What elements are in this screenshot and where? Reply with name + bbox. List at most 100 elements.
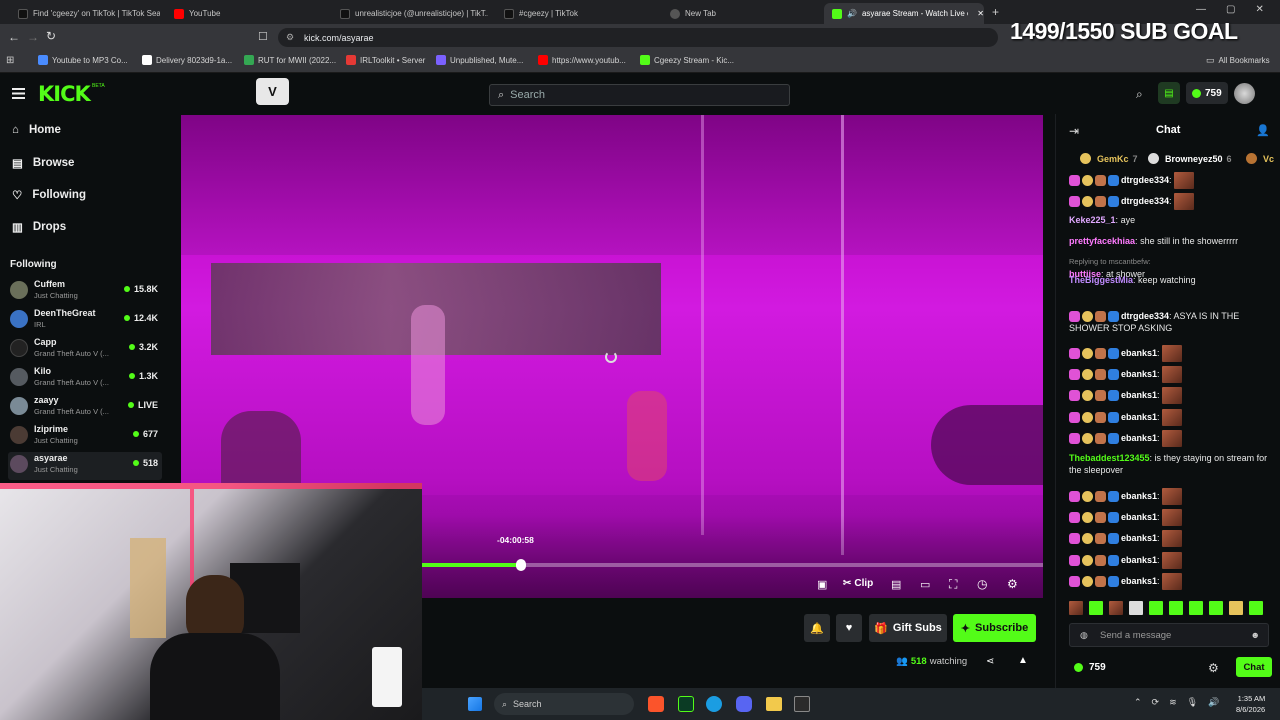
taskbar-search[interactable]: ⌕ Search — [494, 693, 634, 715]
chat-username[interactable]: ebanks1 — [1121, 412, 1157, 422]
report-icon[interactable]: ▲ — [1018, 655, 1028, 666]
chat-username[interactable]: ebanks1 — [1121, 491, 1157, 501]
chat-users-icon[interactable]: 👤 — [1256, 124, 1270, 137]
all-bookmarks[interactable]: ▭ All Bookmarks — [1206, 55, 1270, 66]
browser-tab[interactable]: unrealisticjoe (@unrealisticjoe) | TikT.… — [332, 3, 488, 24]
browser-tab[interactable]: YouTube — [166, 3, 326, 24]
speed-icon[interactable]: ◷ — [977, 577, 987, 591]
search-toggle-icon[interactable]: ⌕ — [1136, 87, 1143, 102]
minimize-icon[interactable]: — — [1196, 4, 1206, 15]
send-chat-button[interactable]: Chat — [1236, 657, 1272, 677]
edge-icon[interactable] — [706, 696, 722, 712]
bookmark-item[interactable]: IRLToolkit • Server — [346, 55, 425, 65]
bookmark-item[interactable]: Delivery 8023d9-1a... — [142, 55, 232, 65]
app-icon[interactable] — [794, 696, 810, 712]
chat-username[interactable]: TheBiggestMia — [1069, 275, 1133, 285]
start-icon[interactable] — [468, 697, 482, 711]
site-info-icon[interactable]: ⚙ — [286, 32, 294, 43]
brave-icon[interactable] — [648, 696, 664, 712]
app-icon[interactable] — [678, 696, 694, 712]
close-tab-icon[interactable]: ✕ — [977, 9, 984, 18]
nav-browse[interactable]: ▤ Browse — [12, 156, 74, 170]
emote-picker-icon[interactable]: ◍ — [1080, 630, 1088, 641]
address-bar[interactable]: ⚙ kick.com/asyarae — [278, 28, 998, 47]
notification-bell-icon[interactable]: 🔔 — [804, 614, 830, 642]
file-explorer-icon[interactable] — [766, 697, 782, 711]
emote-icon[interactable] — [1209, 601, 1223, 615]
forward-icon[interactable]: → — [27, 30, 39, 44]
emoji-icon[interactable]: ☻ — [1251, 630, 1260, 640]
following-channel[interactable]: Kilo Grand Theft Auto V (... 1.3K — [8, 365, 162, 393]
chat-username[interactable]: ebanks1 — [1121, 348, 1157, 358]
chat-username[interactable]: ebanks1 — [1121, 369, 1157, 379]
volume-icon[interactable]: 🔊 — [1208, 697, 1219, 708]
chat-username[interactable]: ebanks1 — [1121, 433, 1157, 443]
following-channel[interactable]: Iziprime Just Chatting 677 — [8, 423, 162, 451]
chat-username[interactable]: dtrgdee334 — [1121, 196, 1169, 206]
maximize-icon[interactable]: ▢ — [1226, 4, 1235, 15]
following-channel[interactable]: Cuffem Just Chatting 15.8K — [8, 278, 162, 306]
close-icon[interactable]: ✕ — [1255, 4, 1263, 15]
new-tab-icon[interactable]: + — [992, 5, 999, 19]
nav-home[interactable]: ⌂ Home — [12, 124, 61, 136]
bookmark-item[interactable]: RUT for MWII (2022... — [244, 55, 336, 65]
fullscreen-icon[interactable]: ⛶ — [949, 577, 957, 592]
wallet-icon[interactable]: ▤ — [1158, 82, 1180, 104]
emote-icon[interactable] — [1189, 601, 1203, 615]
bookmark-item[interactable]: Unpublished, Mute... — [436, 55, 523, 65]
top-gifter[interactable]: Browneyez50 6 — [1148, 153, 1232, 164]
theater-mode-icon[interactable]: ▭ — [920, 578, 930, 591]
wifi-icon[interactable]: ≋ — [1169, 697, 1177, 708]
chevron-up-icon[interactable]: ⌃ — [1134, 697, 1142, 708]
menu-icon[interactable] — [12, 88, 25, 99]
chat-username[interactable]: ebanks1 — [1121, 390, 1157, 400]
bookmark-item[interactable]: Youtube to MP3 Co... — [38, 55, 128, 65]
browser-tab-active[interactable]: 🔊 asyarae Stream - Watch Live o... ✕ — [824, 3, 984, 24]
emote-icon[interactable] — [1249, 601, 1263, 615]
chat-username[interactable]: ebanks1 — [1121, 533, 1157, 543]
emote-icon[interactable] — [1229, 601, 1243, 615]
following-channel[interactable]: Capp Grand Theft Auto V (... 3.2K — [8, 336, 162, 364]
chat-username[interactable]: dtrgdee334 — [1121, 175, 1169, 185]
chat-input[interactable]: ◍ Send a message ☻ — [1069, 623, 1269, 647]
captions-icon[interactable]: ▤ — [891, 578, 901, 591]
gift-subs-button[interactable]: 🎁 Gift Subs — [869, 614, 947, 642]
bookmark-item[interactable]: https://www.youtub... — [538, 55, 626, 65]
chat-username[interactable]: ebanks1 — [1121, 576, 1157, 586]
network-icon[interactable]: ⟳ — [1152, 697, 1160, 708]
nav-drops[interactable]: ▥ Drops — [12, 220, 66, 234]
follow-heart-icon[interactable]: ♥ — [836, 614, 862, 642]
emote-icon[interactable] — [1069, 601, 1083, 615]
kick-logo[interactable]: KICK — [38, 82, 91, 106]
apps-icon[interactable]: ⊞ — [6, 55, 14, 66]
emote-icon[interactable] — [1129, 601, 1143, 615]
share-icon[interactable]: ⋖ — [986, 656, 994, 667]
back-icon[interactable]: ← — [8, 30, 20, 44]
collapse-chat-icon[interactable]: ⇥ — [1069, 124, 1079, 138]
chat-username[interactable]: ebanks1 — [1121, 512, 1157, 522]
subscribe-button[interactable]: ✦ Subscribe — [953, 614, 1036, 642]
chat-username[interactable]: Keke225_1 — [1069, 215, 1116, 225]
reload-icon[interactable]: ↻ — [46, 29, 56, 43]
top-gifter[interactable]: Vc — [1246, 153, 1274, 164]
clip-button[interactable]: ✂ Clip — [843, 578, 873, 589]
browser-tab[interactable]: #cgeezy | TikTok — [496, 3, 656, 24]
discord-icon[interactable] — [736, 696, 752, 712]
seek-bar[interactable] — [422, 559, 1043, 571]
following-channel-active[interactable]: asyarae Just Chatting 518 — [8, 452, 162, 480]
chat-settings-icon[interactable]: ⚙ — [1208, 661, 1219, 675]
kicks-balance[interactable]: 759 — [1186, 82, 1228, 104]
bookmark-item[interactable]: Cgeezy Stream - Kic... — [640, 55, 734, 65]
chat-username[interactable]: Thebaddest123455 — [1069, 453, 1150, 463]
emote-icon[interactable] — [1089, 601, 1103, 615]
settings-icon[interactable]: ⚙ — [1007, 577, 1018, 591]
chat-kicks-balance[interactable]: 759 — [1074, 662, 1106, 673]
mini-player-icon[interactable]: ▣ — [817, 578, 827, 591]
chat-username[interactable]: ebanks1 — [1121, 555, 1157, 565]
search-input[interactable]: ⌕ Search — [489, 84, 790, 106]
chat-username[interactable]: prettyfacekhiaa — [1069, 236, 1135, 246]
chat-username[interactable]: dtrgdee334 — [1121, 311, 1169, 321]
vod-logo-icon[interactable]: V — [256, 78, 289, 105]
emote-icon[interactable] — [1149, 601, 1163, 615]
bookmark-star-icon[interactable]: ☐ — [258, 30, 268, 43]
